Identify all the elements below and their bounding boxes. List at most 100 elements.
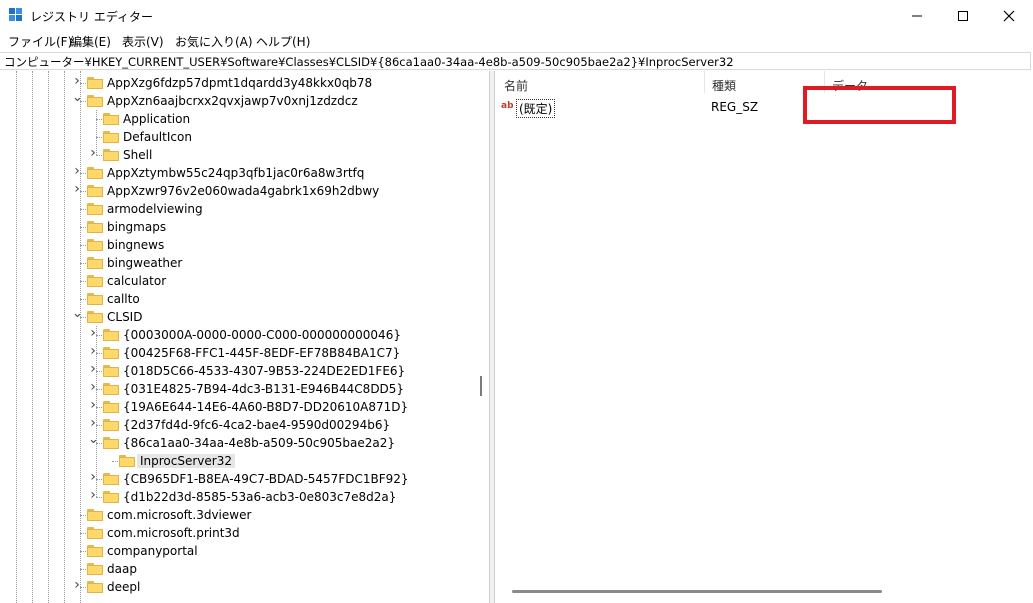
- folder-icon: [87, 293, 103, 305]
- chevron-right-icon[interactable]: ›: [88, 380, 98, 394]
- title-bar: レジストリ エディター: [0, 0, 1033, 31]
- chevron-right-icon[interactable]: ›: [72, 164, 82, 178]
- folder-icon: [103, 401, 119, 413]
- folder-icon: [103, 329, 119, 341]
- folder-icon: [103, 491, 119, 503]
- tree-item[interactable]: ⌄ CLSID: [0, 307, 470, 326]
- tree-item[interactable]: › {2d37fd4d-9fc6-4ca2-bae4-9590d00294b6}: [0, 416, 470, 434]
- tree-item[interactable]: DefaultIcon: [0, 128, 470, 146]
- tree-item[interactable]: › {d1b22d3d-8585-53a6-acb3-0e803c7e8d2a}: [0, 488, 470, 506]
- tree-item-label: {d1b22d3d-8585-53a6-acb3-0e803c7e8d2a}: [123, 490, 397, 504]
- tree-item[interactable]: callto: [0, 290, 470, 308]
- chevron-right-icon[interactable]: ›: [88, 488, 98, 502]
- folder-icon: [87, 257, 103, 269]
- tree-item[interactable]: › deepl: [0, 578, 470, 596]
- chevron-down-icon[interactable]: ⌄: [72, 307, 83, 320]
- tree-scrollbar[interactable]: [473, 71, 489, 603]
- close-icon: [1003, 10, 1015, 21]
- tree-item[interactable]: bingmaps: [0, 218, 470, 236]
- chevron-right-icon[interactable]: ›: [72, 182, 82, 196]
- tree-item[interactable]: calculator: [0, 272, 470, 290]
- address-bar[interactable]: コンピューター¥HKEY_CURRENT_USER¥Software¥Class…: [0, 52, 1031, 70]
- tree-item[interactable]: InprocServer32: [0, 452, 470, 470]
- tree-item-label: bingweather: [107, 256, 183, 270]
- chevron-down-icon[interactable]: ⌄: [72, 91, 83, 104]
- minimize-button[interactable]: [894, 0, 940, 31]
- tree-item[interactable]: › AppXztymbw55c24qp3qfb1jac0r6a8w3rtfq: [0, 164, 470, 182]
- chevron-right-icon[interactable]: ›: [88, 416, 98, 430]
- tree-item-label: daap: [107, 562, 137, 576]
- folder-icon: [87, 581, 103, 593]
- tree-item-label: AppXzn6aajbcrxx2qvxjawp7v0xnj1zdzdcz: [107, 94, 358, 108]
- tree-item[interactable]: › {031E4825-7B94-4dc3-B131-E946B44C8DD5}: [0, 380, 470, 398]
- folder-icon: [87, 77, 103, 89]
- tree-item[interactable]: com.microsoft.3dviewer: [0, 506, 470, 524]
- tree-item[interactable]: ⌄ {86ca1aa0-34aa-4e8b-a509-50c905bae2a2}: [0, 433, 470, 452]
- highlight-box: [803, 86, 956, 124]
- menu-favorites[interactable]: お気に入り(A): [175, 33, 253, 50]
- chevron-right-icon[interactable]: ›: [88, 470, 98, 484]
- minimize-icon: [912, 15, 922, 16]
- folder-icon: [103, 131, 119, 143]
- chevron-right-icon[interactable]: ›: [88, 398, 98, 412]
- tree-item-label: {0003000A-0000-0000-C000-000000000046}: [123, 328, 401, 342]
- key-tree[interactable]: › AppXzg6fdzp57dpmt1dqardd3y48kkx0qb78 ⌄ Ap…: [0, 71, 490, 603]
- folder-icon: [87, 509, 103, 521]
- tree-item[interactable]: › AppXzg6fdzp57dpmt1dqardd3y48kkx0qb78: [0, 74, 470, 92]
- tree-item[interactable]: › {0003000A-0000-0000-C000-000000000046}: [0, 326, 470, 344]
- chevron-right-icon[interactable]: ›: [88, 362, 98, 376]
- tree-item-label: InprocServer32: [137, 454, 235, 468]
- tree-item[interactable]: › AppXzwr976v2e060wada4gabrk1x69h2dbwy: [0, 182, 470, 200]
- column-separator[interactable]: [704, 71, 705, 93]
- tree-item[interactable]: › {19A6E644-14E6-4A60-B8D7-DD20610A871D}: [0, 398, 470, 416]
- tree-item[interactable]: bingweather: [0, 254, 470, 272]
- folder-icon: [87, 545, 103, 557]
- tree-item[interactable]: daap: [0, 560, 470, 578]
- menu-bar: ファイル(F) 編集(E) 表示(V) お気に入り(A) ヘルプ(H): [0, 31, 1033, 51]
- chevron-right-icon[interactable]: ›: [88, 326, 98, 340]
- folder-icon: [103, 149, 119, 161]
- chevron-right-icon[interactable]: ›: [72, 578, 82, 592]
- folder-icon: [87, 563, 103, 575]
- value-list[interactable]: 名前 種類 データ: [494, 71, 1033, 603]
- tree-item[interactable]: com.microsoft.print3d: [0, 524, 470, 542]
- tree-item[interactable]: ⌄ AppXzn6aajbcrxx2qvxjawp7v0xnj1zdzdcz: [0, 91, 470, 110]
- folder-icon: [87, 95, 103, 107]
- tree-item[interactable]: armodelviewing: [0, 200, 470, 218]
- chevron-right-icon[interactable]: ›: [72, 74, 82, 88]
- list-horizontal-scrollbar[interactable]: [512, 590, 882, 593]
- tree-item-label: Application: [123, 112, 191, 126]
- tree-item[interactable]: › {00425F68-FFC1-445F-8EDF-EF78B84BA1C7}: [0, 344, 470, 362]
- chevron-right-icon[interactable]: ›: [88, 146, 98, 160]
- tree-item-label: DefaultIcon: [123, 130, 192, 144]
- column-header-name[interactable]: 名前: [504, 77, 528, 94]
- tree-item[interactable]: › {CB965DF1-B8EA-49C7-BDAD-5457FDC1BF92}: [0, 470, 470, 488]
- tree-item-label: com.microsoft.print3d: [107, 526, 240, 540]
- tree-item-label: companyportal: [107, 544, 198, 558]
- menu-file[interactable]: ファイル(F): [8, 33, 72, 50]
- folder-icon: [103, 365, 119, 377]
- folder-icon: [103, 473, 119, 485]
- column-header-type[interactable]: 種類: [712, 77, 736, 94]
- chevron-right-icon[interactable]: ›: [88, 344, 98, 358]
- menu-help[interactable]: ヘルプ(H): [256, 33, 310, 50]
- maximize-button[interactable]: [940, 0, 986, 31]
- value-type: REG_SZ: [711, 100, 759, 114]
- maximize-icon: [958, 10, 968, 21]
- tree-item-label: AppXzg6fdzp57dpmt1dqardd3y48kkx0qb78: [107, 76, 373, 90]
- tree-item[interactable]: › Shell: [0, 146, 470, 164]
- menu-edit[interactable]: 編集(E): [70, 33, 111, 50]
- close-button[interactable]: [986, 0, 1032, 31]
- tree-scrollbar-grip[interactable]: [480, 376, 482, 396]
- value-name[interactable]: (既定): [516, 99, 556, 118]
- tree-item[interactable]: bingnews: [0, 236, 470, 254]
- window-title: レジストリ エディター: [30, 10, 153, 24]
- tree-item[interactable]: › {018D5C66-4533-4307-9B53-224DE2ED1FE6}: [0, 362, 470, 380]
- tree-item[interactable]: Application: [0, 110, 470, 128]
- chevron-down-icon[interactable]: ⌄: [88, 433, 99, 446]
- folder-icon: [87, 275, 103, 287]
- menu-view[interactable]: 表示(V): [122, 33, 164, 50]
- tree-item[interactable]: companyportal: [0, 542, 470, 560]
- folder-icon: [87, 527, 103, 539]
- folder-icon: [103, 419, 119, 431]
